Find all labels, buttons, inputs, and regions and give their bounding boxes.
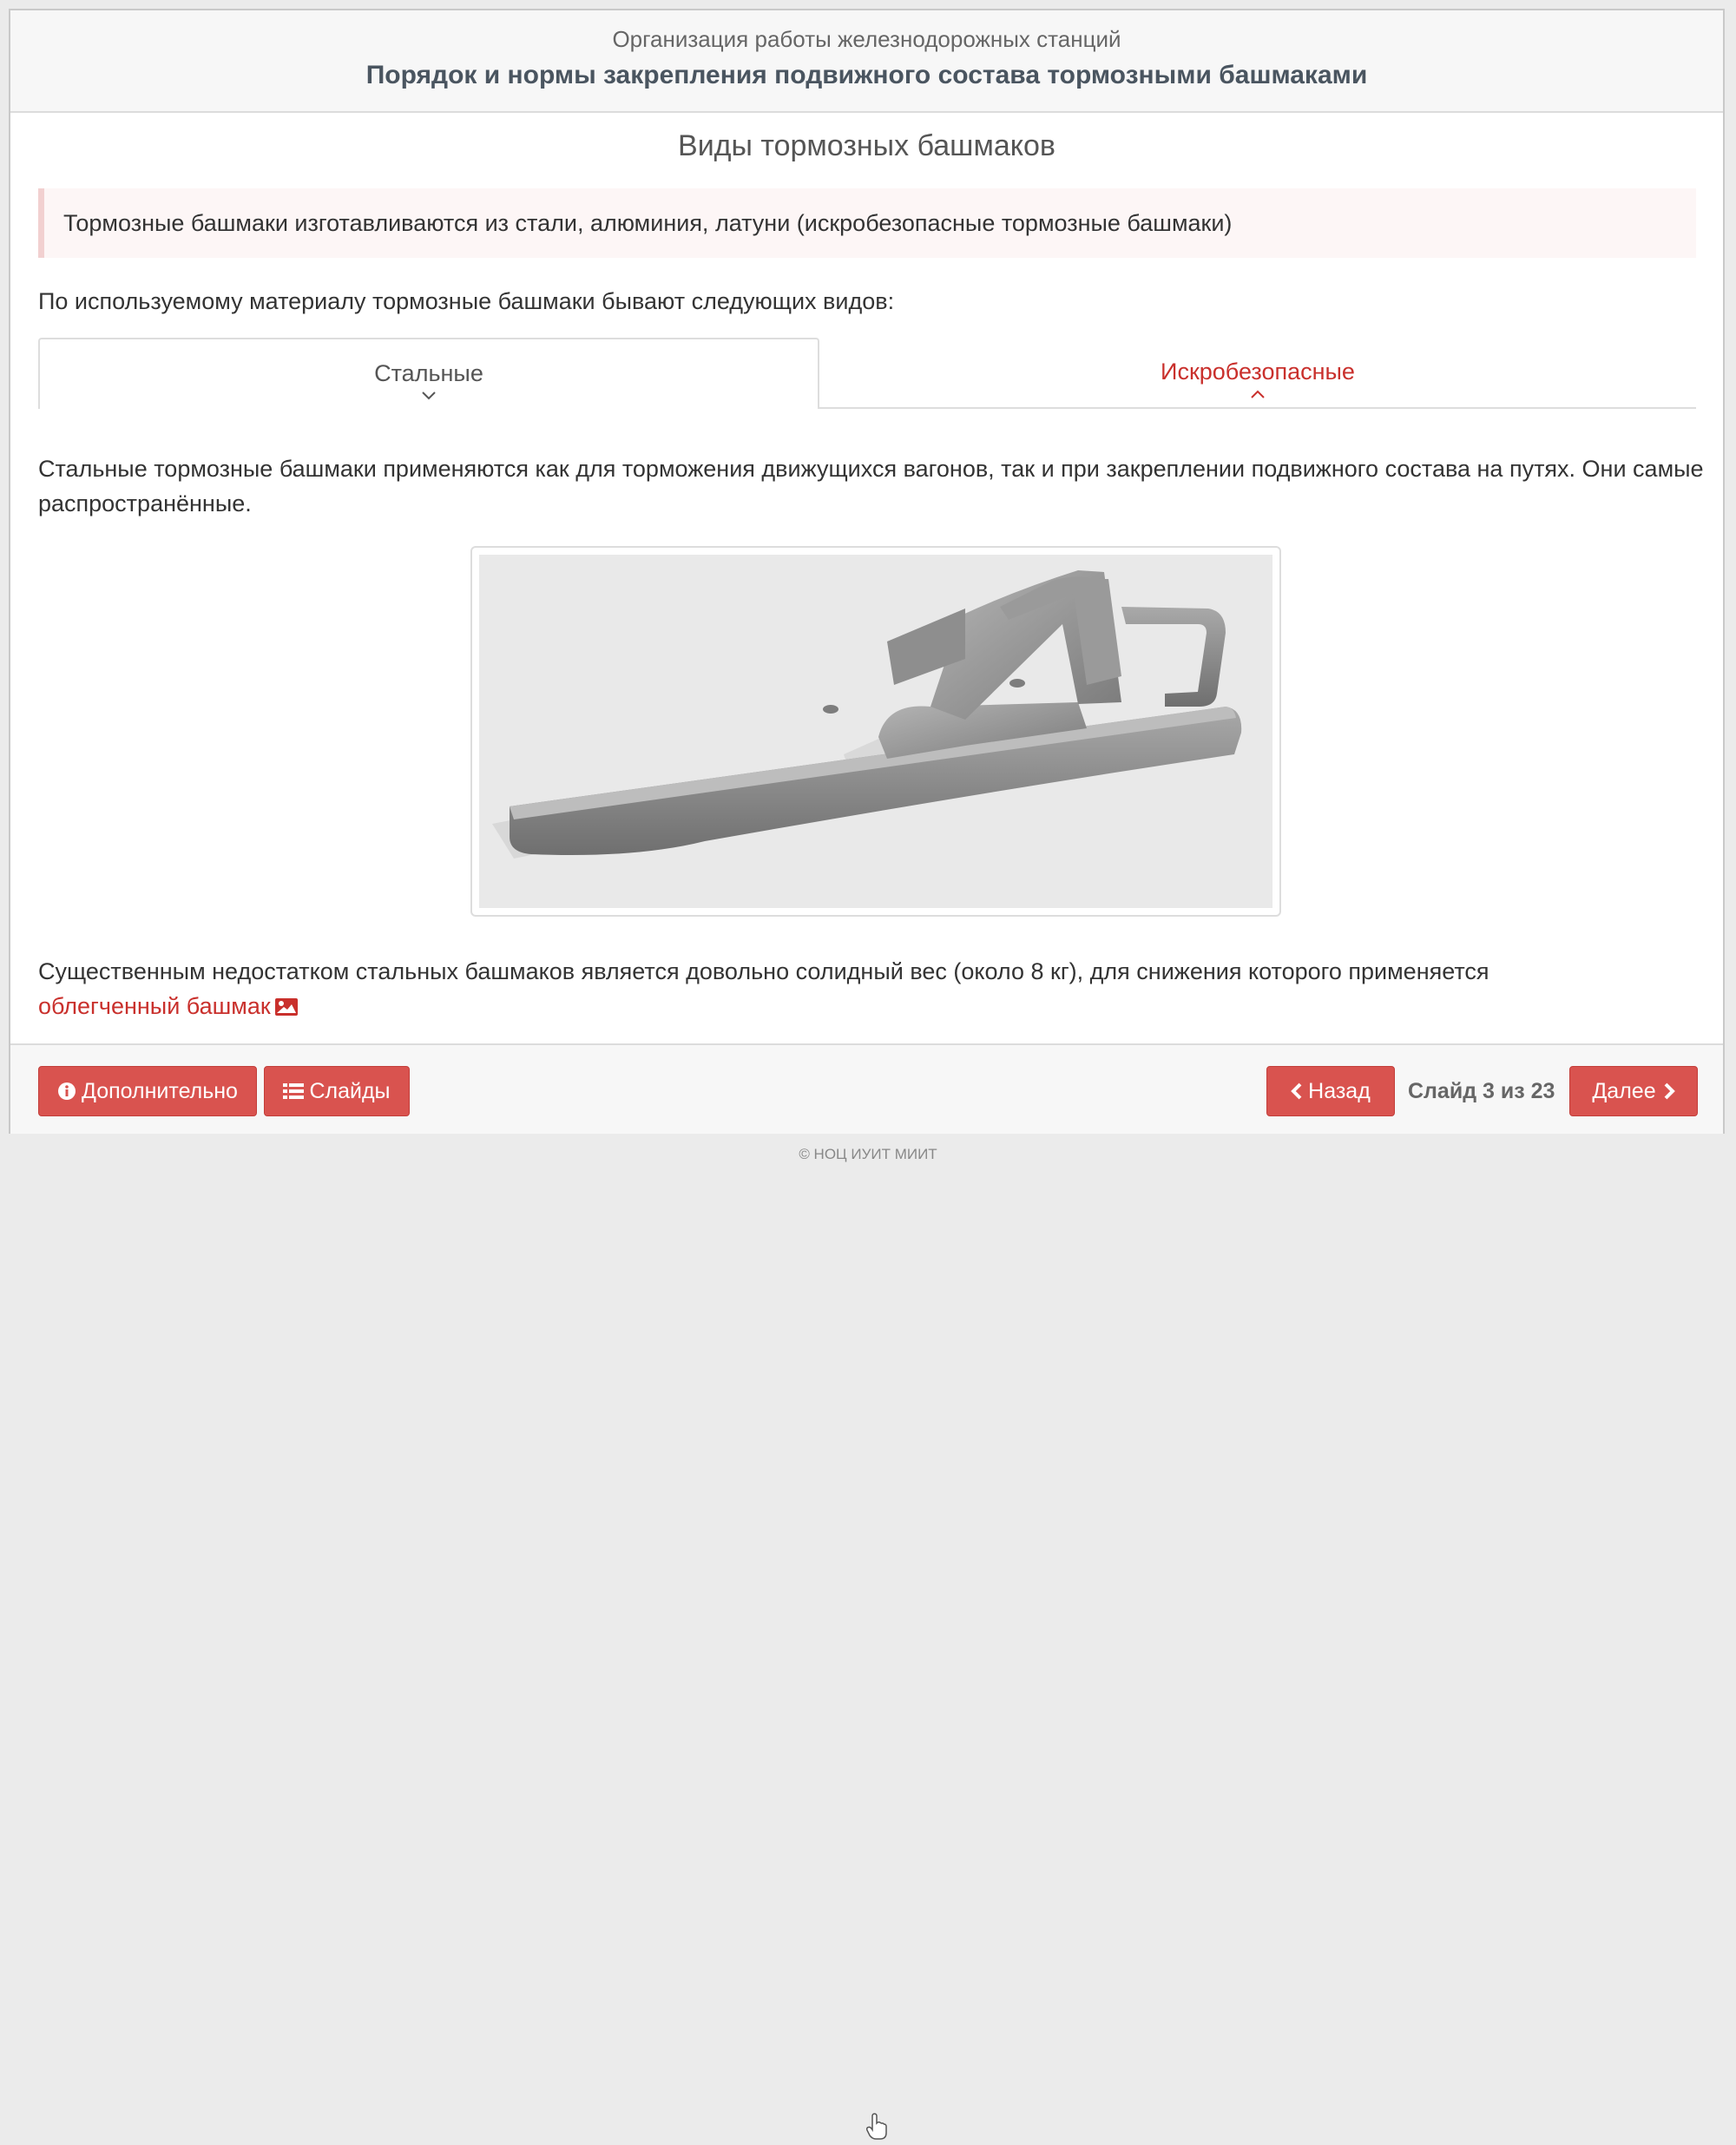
hand-cursor-icon — [865, 2113, 888, 2145]
more-button[interactable]: Дополнительно — [38, 1066, 257, 1116]
tab-sparkproof[interactable]: Искробезопасные — [819, 338, 1696, 409]
lightweight-shoe-link-label: облегченный башмак — [38, 993, 271, 1019]
brake-shoe-illustration — [479, 555, 1272, 908]
slide-title: Виды тормозных башмаков — [678, 129, 1055, 162]
brake-shoe-image — [470, 546, 1281, 917]
info-circle-icon — [57, 1082, 76, 1101]
slide-header: Организация работы железнодорожных станц… — [10, 10, 1723, 113]
tab-steel[interactable]: Стальные — [38, 338, 819, 409]
lightweight-shoe-link[interactable]: облегченный башмак — [38, 993, 299, 1019]
chevron-left-icon — [1291, 1082, 1303, 1100]
disadvantage-text-body: Существенным недостатком стальных башмак… — [38, 958, 1489, 984]
more-button-label: Дополнительно — [82, 1078, 238, 1103]
chevron-up-icon — [819, 385, 1696, 403]
chevron-right-icon — [1663, 1082, 1675, 1100]
back-button-label: Назад — [1308, 1078, 1371, 1103]
lesson-title: Порядок и нормы закрепления подвижного с… — [365, 61, 1368, 89]
next-button-label: Далее — [1592, 1078, 1656, 1103]
intro-text: По используемому материалу тормозные баш… — [38, 288, 895, 314]
tab-sparkproof-label: Искробезопасные — [1161, 359, 1355, 385]
slides-button[interactable]: Слайды — [264, 1066, 410, 1116]
info-note: Тормозные башмаки изготавливаются из ста… — [38, 188, 1696, 258]
disadvantage-text: Существенным недостатком стальных башмак… — [38, 954, 1705, 1026]
slides-button-label: Слайды — [309, 1078, 391, 1103]
tab-steel-label: Стальные — [374, 360, 483, 386]
slide-frame: Организация работы железнодорожных станц… — [9, 9, 1725, 2140]
course-title: Организация работы железнодорожных станц… — [612, 26, 1121, 52]
steel-description: Стальные тормозные башмаки применяются к… — [38, 456, 1704, 517]
navigation-footer: Дополнительно Слайды Назад Слайд 3 из 23… — [10, 1043, 1723, 2140]
back-button[interactable]: Назад — [1266, 1066, 1395, 1116]
next-button[interactable]: Далее — [1569, 1066, 1698, 1116]
list-icon — [283, 1082, 305, 1100]
chevron-down-icon — [40, 387, 818, 405]
image-icon — [274, 991, 299, 1026]
slide-counter: Слайд 3 из 23 — [1408, 1079, 1555, 1103]
copyright: © НОЦ ИУИТ МИИТ — [799, 1146, 937, 1162]
material-tabs: Стальные Искробезопасные — [38, 338, 1696, 409]
